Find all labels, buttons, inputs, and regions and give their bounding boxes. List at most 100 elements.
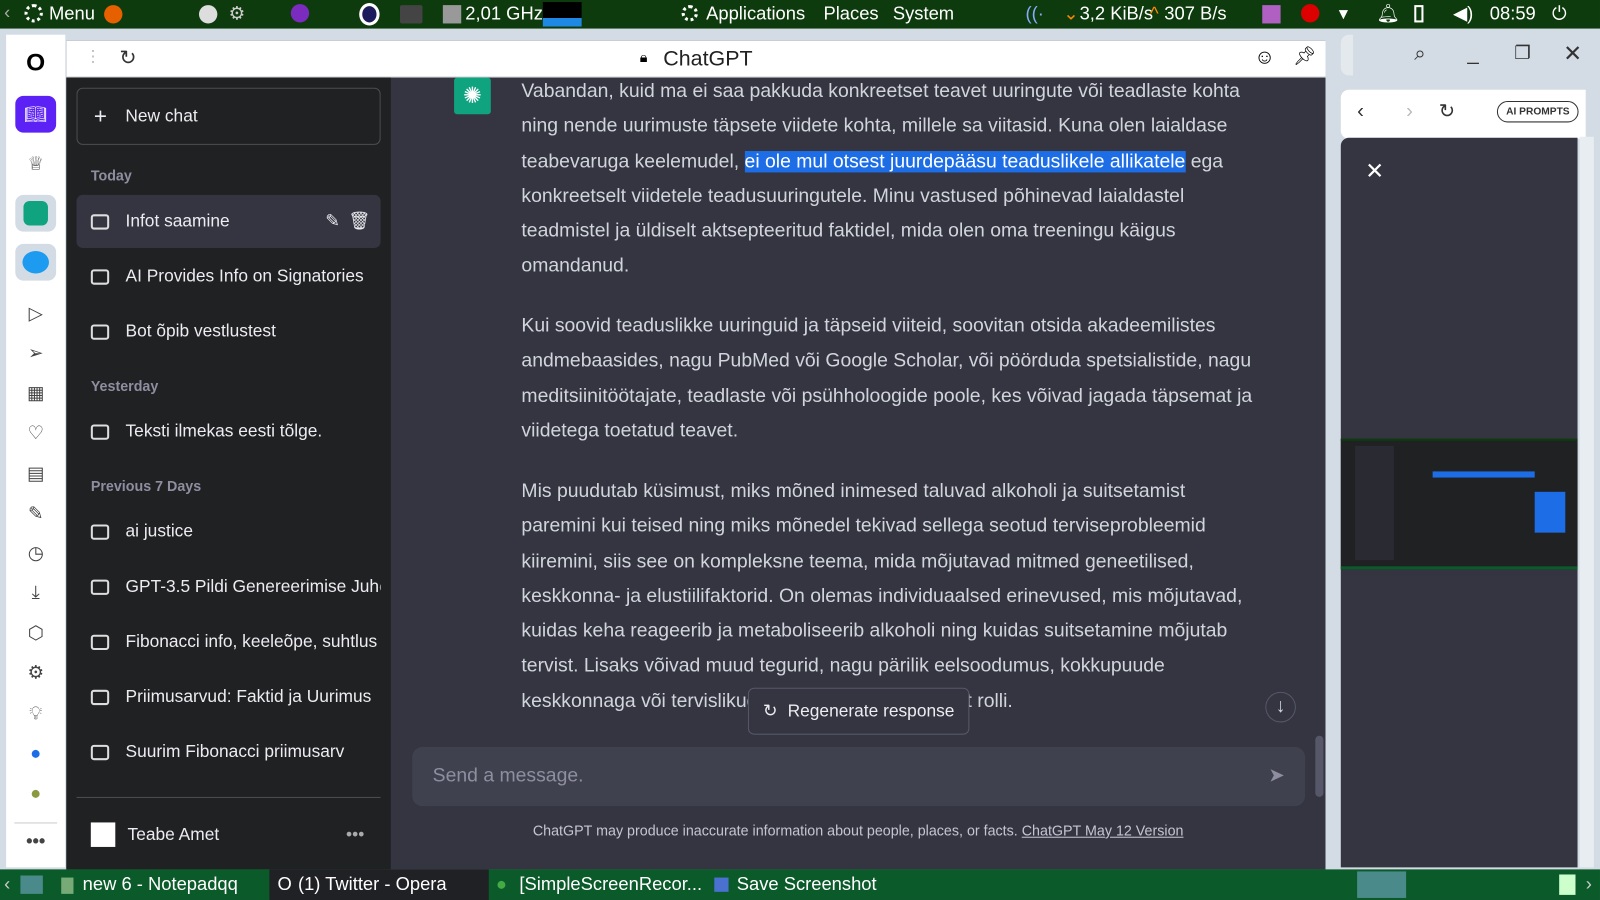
reload-icon[interactable]: ↻ bbox=[1439, 100, 1455, 123]
emoji-icon[interactable]: ☺ bbox=[1254, 46, 1275, 69]
more-options-icon[interactable]: ••• bbox=[346, 824, 364, 844]
system-menu[interactable]: System bbox=[893, 3, 954, 24]
chat-icon bbox=[90, 523, 110, 540]
heart-icon[interactable]: ♡ bbox=[15, 414, 56, 451]
taskbar-item[interactable]: new 6 - Notepadqq bbox=[83, 873, 238, 894]
message-input[interactable]: Send a message. ➤ bbox=[412, 746, 1306, 807]
download-speed: 3,2 KiB/s bbox=[1079, 3, 1154, 24]
send-icon[interactable]: ➢ bbox=[15, 335, 56, 372]
search-icon[interactable]: ⌕ bbox=[1414, 43, 1425, 66]
opera-taskbar-icon: O bbox=[277, 873, 292, 894]
taskbar-item[interactable]: (1) Twitter - Opera bbox=[298, 873, 447, 894]
downloads-icon[interactable]: ⤓ bbox=[15, 573, 56, 610]
section-yesterday: Yesterday bbox=[90, 377, 159, 394]
upload-arrow-icon: ^ bbox=[1149, 3, 1159, 24]
panel-left-arrow-icon[interactable]: ‹ bbox=[4, 2, 10, 23]
chat-item[interactable]: Suurim Fibonacci priimusarv bbox=[77, 726, 381, 779]
terminal-icon[interactable] bbox=[399, 5, 423, 24]
section-today: Today bbox=[90, 167, 132, 184]
notes-icon[interactable]: ● bbox=[15, 774, 56, 811]
reload-icon[interactable]: ↻ bbox=[119, 45, 136, 71]
audio-recorder-icon[interactable] bbox=[1262, 5, 1281, 24]
chat-item[interactable]: Bot õpib vestlustest bbox=[77, 305, 381, 358]
power-icon[interactable]: ⏻ bbox=[1552, 3, 1567, 24]
app-finder-icon[interactable] bbox=[198, 5, 218, 24]
book-icon[interactable]: 📖︎ bbox=[15, 95, 57, 133]
tor-icon[interactable] bbox=[290, 4, 310, 23]
chat-item[interactable]: Fibonacci info, keeleõpe, suhtlus bbox=[77, 615, 381, 668]
taskbar-right-arrow-icon[interactable]: › bbox=[1586, 873, 1592, 894]
chatgpt-sidebar-icon[interactable] bbox=[15, 194, 57, 232]
regenerate-label: Regenerate response bbox=[787, 701, 955, 721]
edit-icon[interactable]: ✎ bbox=[325, 211, 340, 231]
chat-title: GPT-3.5 Pildi Genereerimise Juhend bbox=[125, 576, 381, 596]
chat-item[interactable]: AI Provides Info on Signatories bbox=[77, 250, 381, 303]
chat-item[interactable]: GPT-3.5 Pildi Genereerimise Juhend bbox=[77, 560, 381, 613]
pinboard-icon[interactable]: ✎ bbox=[15, 495, 56, 532]
scroll-down-icon[interactable]: ↓ bbox=[1265, 691, 1296, 723]
history-icon[interactable]: ◷ bbox=[15, 535, 56, 572]
chat-icon bbox=[90, 323, 110, 340]
chat-item[interactable]: Priimusarvud: Faktid ja Uurimus bbox=[77, 670, 381, 723]
message-paragraph: Mis puudutab küsimust, miks mõned inimes… bbox=[521, 480, 1243, 713]
volume-icon[interactable]: ◀) bbox=[1453, 3, 1473, 24]
chat-bubble-icon[interactable]: ● bbox=[15, 735, 56, 772]
twitter-icon[interactable] bbox=[15, 243, 57, 281]
screenshot-thumbnail bbox=[1340, 438, 1578, 570]
workspace-switcher[interactable] bbox=[1357, 871, 1407, 898]
battery-icon[interactable] bbox=[1414, 5, 1424, 23]
firefox-icon[interactable] bbox=[104, 5, 123, 24]
chat-item[interactable]: Teksti ilmekas eesti tõlge. bbox=[77, 405, 381, 458]
chat-title: Fibonacci info, keeleõpe, suhtlus bbox=[125, 631, 378, 652]
opera-sidebar: O 📖︎ ♕ ▷ ➢ ▦ ♡ ▤ ✎ ◷ ⤓ ⬡ ⚙ 💡︎ ● ● ••• bbox=[6, 34, 66, 868]
trash-icon[interactable]: 🗑︎ bbox=[348, 211, 370, 231]
forward-icon[interactable]: › bbox=[1406, 100, 1413, 123]
chat-main: ✺ Vabandan, kuid ma ei saa pakkuda konkr… bbox=[390, 77, 1326, 870]
network-icon[interactable]: ▾ bbox=[1339, 3, 1348, 24]
places-menu[interactable]: Places bbox=[823, 3, 878, 24]
settings-gears-icon[interactable]: ⚙ bbox=[229, 3, 245, 24]
taskbar-item[interactable]: [SimpleScreenRecor... bbox=[519, 873, 702, 894]
chat-title: AI Provides Info on Signatories bbox=[125, 266, 364, 286]
close-panel-icon[interactable]: ✕ bbox=[1365, 158, 1384, 185]
new-chat-button[interactable]: + New chat bbox=[76, 87, 381, 145]
opera-logo-icon[interactable]: O bbox=[15, 45, 56, 82]
minimize-icon[interactable]: _ bbox=[1467, 43, 1478, 66]
lightbulb-icon[interactable]: 💡︎ bbox=[15, 695, 56, 732]
more-icon[interactable]: ••• bbox=[15, 822, 56, 859]
clock[interactable]: 08:59 bbox=[1490, 3, 1536, 24]
close-window-icon[interactable]: ✕ bbox=[1563, 41, 1582, 68]
news-icon[interactable]: ▤ bbox=[15, 455, 56, 492]
pin-icon[interactable]: 📌︎ bbox=[1293, 46, 1316, 67]
restore-icon[interactable]: ❐ bbox=[1514, 43, 1530, 64]
download-arrow-icon: ⌄ bbox=[1063, 3, 1079, 24]
send-icon[interactable]: ➤ bbox=[1268, 764, 1284, 787]
scrollbar[interactable] bbox=[1315, 735, 1324, 797]
opera-icon[interactable] bbox=[359, 3, 380, 26]
panel-scrollbar[interactable] bbox=[1579, 136, 1594, 868]
settings-icon[interactable]: ⚙ bbox=[15, 654, 56, 691]
chat-item-active[interactable]: Infot saamine ✎ 🗑︎ bbox=[76, 194, 381, 248]
user-menu[interactable]: Teabe Amet ••• bbox=[77, 808, 381, 861]
back-icon[interactable]: ‹ bbox=[1357, 100, 1364, 123]
drag-handle-icon[interactable]: ⋮ bbox=[85, 47, 101, 67]
version-link[interactable]: ChatGPT May 12 Version bbox=[1022, 822, 1184, 838]
notification-bell-icon[interactable]: 🔔︎ bbox=[1377, 3, 1400, 24]
menu-button[interactable]: Menu bbox=[49, 3, 95, 24]
player-icon[interactable]: ▷ bbox=[15, 295, 56, 332]
regenerate-response-button[interactable]: ↻ Regenerate response bbox=[747, 687, 970, 735]
taskbar-item[interactable]: Save Screenshot bbox=[737, 873, 877, 894]
record-icon[interactable] bbox=[1301, 4, 1320, 23]
chat-icon bbox=[90, 634, 110, 650]
extensions-cube-icon[interactable]: ⬡ bbox=[15, 614, 56, 651]
chat-item[interactable]: ai justice bbox=[77, 505, 381, 558]
crown-icon[interactable]: ♕ bbox=[15, 145, 56, 182]
applications-menu[interactable]: Applications bbox=[706, 3, 805, 24]
regenerate-icon: ↻ bbox=[762, 701, 778, 721]
ai-prompts-button[interactable]: AI PROMPTS bbox=[1496, 101, 1579, 123]
avatar bbox=[90, 822, 116, 847]
taskbar-left-arrow-icon[interactable]: ‹ bbox=[4, 873, 10, 894]
trash-icon[interactable] bbox=[1559, 874, 1576, 895]
show-desktop-icon[interactable] bbox=[20, 875, 43, 894]
speed-dial-icon[interactable]: ▦ bbox=[15, 374, 56, 411]
